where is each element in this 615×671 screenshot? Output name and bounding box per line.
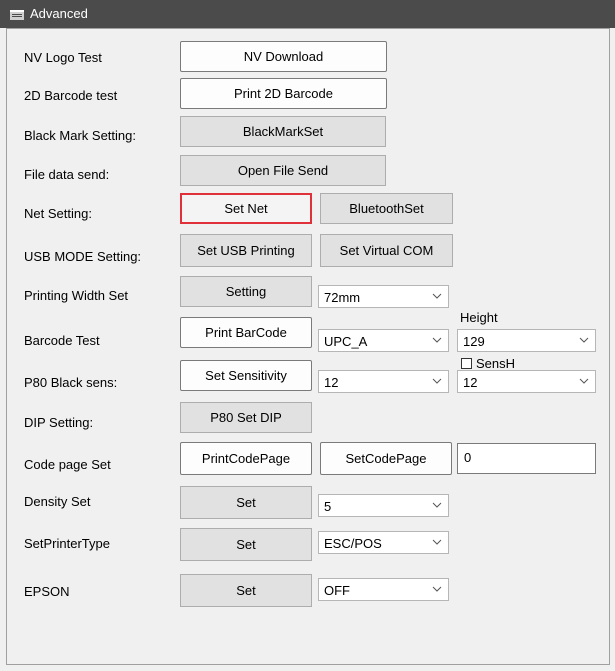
black-mark-setting-label: Black Mark Setting: xyxy=(24,128,136,143)
height-value: 129 xyxy=(463,334,485,349)
chevron-down-icon xyxy=(432,502,442,508)
height-label: Height xyxy=(460,310,498,325)
code-page-input[interactable]: 0 xyxy=(457,443,596,474)
usb-mode-setting-label: USB MODE Setting: xyxy=(24,249,142,264)
barcode-type-select[interactable]: UPC_A xyxy=(318,329,449,352)
code-page-set-label: Code page Set xyxy=(24,457,111,472)
width-setting-button[interactable]: Setting xyxy=(180,276,312,307)
printer-type-set-button[interactable]: Set xyxy=(180,528,312,561)
black-sens-select[interactable]: 12 xyxy=(318,370,449,393)
p80-black-sens-label: P80 Black sens: xyxy=(24,375,118,390)
set-sensitivity-button[interactable]: Set Sensitivity xyxy=(180,360,312,391)
2d-barcode-test-label: 2D Barcode test xyxy=(24,88,118,103)
chevron-down-icon xyxy=(579,337,589,343)
chevron-down-icon xyxy=(432,539,442,545)
printer-type-select[interactable]: ESC/POS xyxy=(318,531,449,554)
sensh-select[interactable]: 12 xyxy=(457,370,596,393)
dip-setting-label: DIP Setting: xyxy=(24,415,94,430)
print-2d-barcode-button[interactable]: Print 2D Barcode xyxy=(180,78,387,109)
print-code-page-button[interactable]: PrintCodePage xyxy=(180,442,312,475)
window-icon xyxy=(10,10,24,20)
black-sens-value: 12 xyxy=(324,375,339,390)
code-page-value: 0 xyxy=(464,450,472,465)
sensh-value: 12 xyxy=(463,375,478,390)
printing-width-value: 72mm xyxy=(324,290,361,305)
set-net-button[interactable]: Set Net xyxy=(180,193,312,224)
title-bar: Advanced xyxy=(0,0,615,28)
chevron-down-icon xyxy=(432,378,442,384)
set-virtual-com-button[interactable]: Set Virtual COM xyxy=(320,234,453,267)
chevron-down-icon xyxy=(432,293,442,299)
epson-label: EPSON xyxy=(24,584,70,599)
nv-logo-test-label: NV Logo Test xyxy=(24,50,102,65)
sensh-label: SensH xyxy=(476,356,516,371)
printing-width-set-label: Printing Width Set xyxy=(24,288,129,303)
set-usb-printing-button[interactable]: Set USB Printing xyxy=(180,234,312,267)
window-title: Advanced xyxy=(30,6,88,21)
height-select[interactable]: 129 xyxy=(457,329,596,352)
nv-download-button[interactable]: NV Download xyxy=(180,41,387,72)
density-set-button[interactable]: Set xyxy=(180,486,312,519)
net-setting-label: Net Setting: xyxy=(24,206,92,221)
black-mark-set-button[interactable]: BlackMarkSet xyxy=(180,116,386,147)
file-data-send-label: File data send: xyxy=(24,167,110,182)
set-code-page-button[interactable]: SetCodePage xyxy=(320,442,452,475)
open-file-send-button[interactable]: Open File Send xyxy=(180,155,386,186)
density-value: 5 xyxy=(324,499,332,514)
density-select[interactable]: 5 xyxy=(318,494,449,517)
barcode-test-label: Barcode Test xyxy=(24,333,100,348)
chevron-down-icon xyxy=(432,337,442,343)
sensh-checkbox[interactable] xyxy=(461,358,472,369)
printing-width-select[interactable]: 72mm xyxy=(318,285,449,308)
barcode-type-value: UPC_A xyxy=(324,334,368,349)
epson-set-button[interactable]: Set xyxy=(180,574,312,607)
chevron-down-icon xyxy=(432,586,442,592)
density-set-label: Density Set xyxy=(24,494,91,509)
set-printer-type-label: SetPrinterType xyxy=(24,536,110,551)
printer-type-value: ESC/POS xyxy=(324,536,382,551)
chevron-down-icon xyxy=(579,378,589,384)
bluetooth-set-button[interactable]: BluetoothSet xyxy=(320,193,453,224)
epson-value: OFF xyxy=(324,583,350,598)
p80-set-dip-button[interactable]: P80 Set DIP xyxy=(180,402,312,433)
epson-select[interactable]: OFF xyxy=(318,578,449,601)
print-barcode-button[interactable]: Print BarCode xyxy=(180,317,312,348)
